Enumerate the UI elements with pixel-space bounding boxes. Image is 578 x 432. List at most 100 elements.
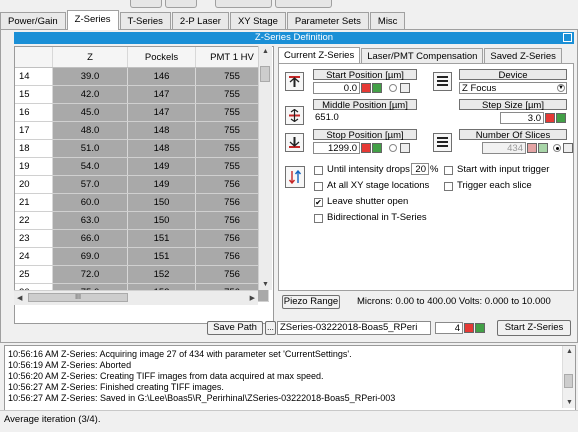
toolbar-button[interactable]	[165, 0, 197, 8]
scroll-down-icon[interactable]: ▼	[566, 399, 573, 406]
tab-parameter-sets[interactable]: Parameter Sets	[286, 12, 369, 30]
scroll-up-icon[interactable]: ▲	[262, 48, 269, 55]
pockels-cell[interactable]: 148	[127, 121, 196, 140]
pockels-cell[interactable]: 150	[127, 211, 196, 230]
z-cell[interactable]: 66.0	[52, 229, 128, 248]
tab-xy-stage[interactable]: XY Stage	[229, 12, 286, 30]
log-scrollbar[interactable]: ▲ ▼	[562, 346, 575, 408]
z-cell[interactable]: 57.0	[52, 175, 128, 194]
start-z-series-button[interactable]: Start Z-Series	[497, 320, 571, 336]
iteration-count-input[interactable]: 4	[435, 322, 463, 334]
pockels-cell[interactable]: 147	[127, 103, 196, 122]
table-row[interactable]: 18 51.0 148 755	[15, 139, 269, 158]
slices-list-button[interactable]	[433, 133, 452, 152]
piezo-range-button[interactable]: Piezo Range	[282, 295, 340, 309]
z-cell[interactable]: 69.0	[52, 247, 128, 266]
z-cell[interactable]: 51.0	[52, 139, 128, 158]
toolbar-button[interactable]	[130, 0, 162, 8]
scroll-thumb-h[interactable]: III	[28, 293, 128, 302]
pockels-cell[interactable]: 150	[127, 193, 196, 212]
pockels-cell[interactable]: 149	[127, 157, 196, 176]
column-header-z[interactable]: Z	[52, 47, 128, 68]
start-position-input[interactable]: 0.0	[313, 82, 360, 94]
until-intensity-checkbox[interactable]	[314, 166, 323, 175]
start-increment-button[interactable]	[372, 83, 382, 93]
start-decrement-button[interactable]	[361, 83, 371, 93]
table-row[interactable]: 17 48.0 148 755	[15, 121, 269, 140]
toolbar-button[interactable]	[215, 0, 272, 8]
stop-decrement-button[interactable]	[361, 143, 371, 153]
pockels-cell[interactable]: 149	[127, 175, 196, 194]
tab-current-z-series[interactable]: Current Z-Series	[278, 47, 361, 64]
start-radio[interactable]	[389, 84, 397, 92]
table-row[interactable]: 24 69.0 151 756	[15, 247, 269, 266]
z-series-grid[interactable]: Z Pockels PMT 1 HV 14 39.0 146 755 15 42.0 14…	[14, 46, 274, 324]
stop-position-input[interactable]: 1299.0	[313, 142, 360, 154]
step-size-input[interactable]: 3.0	[500, 112, 544, 124]
z-cell[interactable]: 60.0	[52, 193, 128, 212]
device-select[interactable]: Z Focus ▼	[459, 82, 567, 94]
iteration-decrement-button[interactable]	[464, 323, 474, 333]
tab-2p-laser[interactable]: 2-P Laser	[171, 12, 229, 30]
table-row[interactable]: 22 63.0 150 756	[15, 211, 269, 230]
leave-shutter-open-checkbox[interactable]: ✔	[314, 198, 323, 207]
bidirectional-checkbox[interactable]	[314, 214, 323, 223]
step-increment-button[interactable]	[556, 113, 566, 123]
start-menu-button[interactable]	[400, 83, 410, 93]
pockels-cell[interactable]: 146	[127, 67, 196, 86]
z-cell[interactable]: 72.0	[52, 265, 128, 284]
table-row[interactable]: 21 60.0 150 756	[15, 193, 269, 212]
slices-increment-button[interactable]	[538, 143, 548, 153]
scroll-left-icon[interactable]: ◀	[17, 294, 22, 302]
table-row[interactable]: 16 45.0 147 755	[15, 103, 269, 122]
table-row[interactable]: 14 39.0 146 755	[15, 67, 269, 86]
tab-misc[interactable]: Misc	[369, 12, 406, 30]
tab-z-series[interactable]: Z-Series	[66, 10, 119, 30]
tab-laser-pmt-compensation[interactable]: Laser/PMT Compensation	[361, 48, 484, 64]
z-cell[interactable]: 54.0	[52, 157, 128, 176]
scroll-up-icon[interactable]: ▲	[566, 348, 573, 355]
browse-button[interactable]: ...	[265, 321, 276, 335]
z-cell[interactable]: 45.0	[52, 103, 128, 122]
tab-saved-z-series[interactable]: Saved Z-Series	[484, 48, 562, 64]
table-row[interactable]: 20 57.0 149 756	[15, 175, 269, 194]
number-of-slices-input[interactable]: 434	[482, 142, 526, 154]
pockels-cell[interactable]: 151	[127, 247, 196, 266]
intensity-drop-input[interactable]: 20	[411, 163, 429, 175]
trigger-each-slice-checkbox[interactable]	[444, 182, 453, 191]
tab-power-gain[interactable]: Power/Gain	[0, 12, 66, 30]
save-path-button[interactable]: Save Path	[207, 321, 263, 335]
z-cell[interactable]: 42.0	[52, 85, 128, 104]
start-with-input-trigger-checkbox[interactable]	[444, 166, 453, 175]
stop-menu-button[interactable]	[400, 143, 410, 153]
log-output[interactable]: 10:56:16 AM Z-Series: Acquiring image 27…	[4, 345, 576, 411]
reverse-order-button[interactable]	[285, 166, 305, 188]
scroll-thumb[interactable]	[260, 66, 270, 82]
stop-increment-button[interactable]	[372, 143, 382, 153]
set-stop-button[interactable]	[285, 133, 304, 152]
z-cell[interactable]: 63.0	[52, 211, 128, 230]
table-row[interactable]: 15 42.0 147 755	[15, 85, 269, 104]
save-name-input[interactable]: ZSeries-03222018-Boas5_RPeri	[277, 321, 431, 335]
scroll-right-icon[interactable]: ▶	[250, 294, 255, 302]
slices-radio[interactable]	[553, 144, 561, 152]
all-xy-checkbox[interactable]	[314, 182, 323, 191]
toolbar-button[interactable]	[275, 0, 332, 8]
grid-vertical-scrollbar[interactable]: ▲ ▼	[258, 46, 272, 290]
popout-icon[interactable]	[563, 33, 572, 42]
stop-radio[interactable]	[389, 144, 397, 152]
scroll-down-icon[interactable]: ▼	[262, 281, 269, 288]
table-row[interactable]: 25 72.0 152 756	[15, 265, 269, 284]
z-cell[interactable]: 39.0	[52, 67, 128, 86]
tab-t-series[interactable]: T-Series	[119, 12, 171, 30]
pockels-cell[interactable]: 152	[127, 265, 196, 284]
column-header-pockels[interactable]: Pockels	[127, 47, 196, 68]
slices-decrement-button[interactable]	[527, 143, 537, 153]
z-cell[interactable]: 48.0	[52, 121, 128, 140]
pockels-cell[interactable]: 147	[127, 85, 196, 104]
device-list-button[interactable]	[433, 72, 452, 91]
scroll-thumb[interactable]	[564, 374, 573, 388]
slices-menu-button[interactable]	[563, 143, 573, 153]
table-row[interactable]: 23 66.0 151 756	[15, 229, 269, 248]
grid-horizontal-scrollbar[interactable]: ◀ III ▶	[14, 290, 258, 305]
